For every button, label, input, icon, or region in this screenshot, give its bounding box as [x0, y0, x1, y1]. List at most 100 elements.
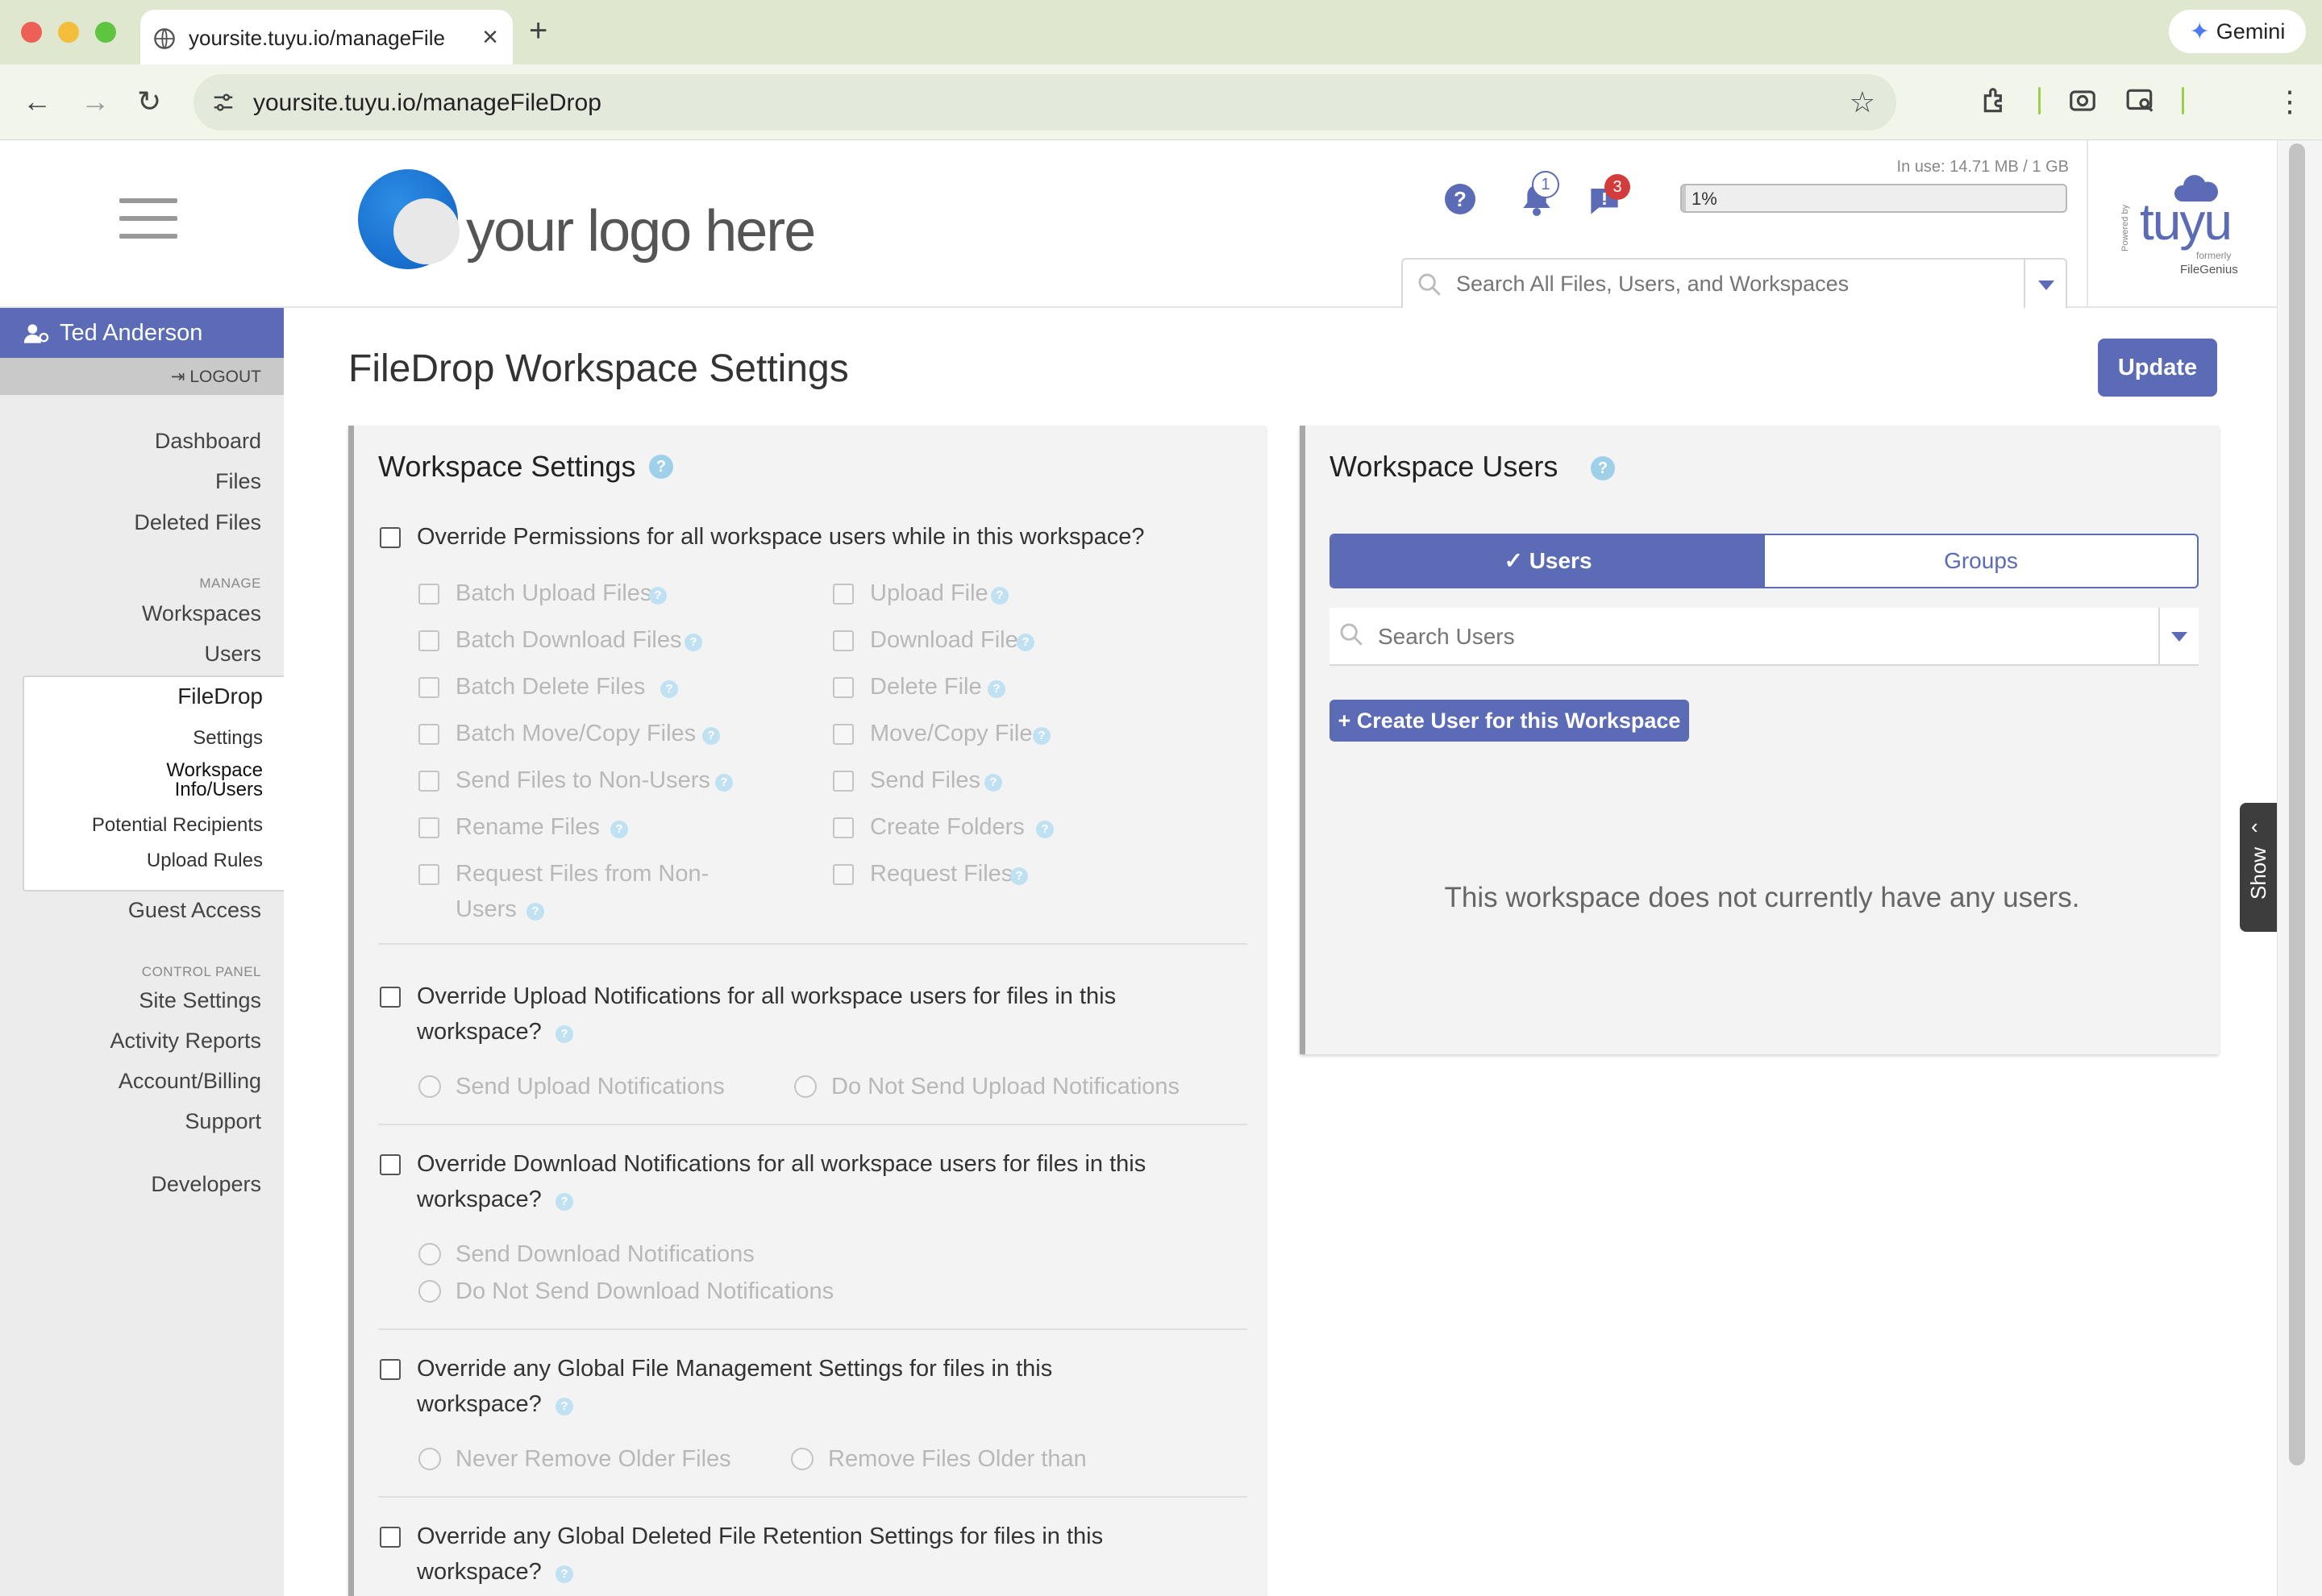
perm-help-icon[interactable]: ? [1017, 634, 1034, 651]
workspace-users-help-icon[interactable]: ? [1591, 456, 1615, 480]
reload-button[interactable]: ↻ [137, 84, 161, 119]
extensions-icon[interactable] [1980, 85, 2011, 116]
update-button[interactable]: Update [2098, 339, 2217, 397]
sidebar-item-files[interactable]: Files [215, 469, 261, 494]
override-deleted-retention-checkbox[interactable] [380, 1527, 401, 1548]
new-tab-button[interactable]: + [529, 13, 547, 48]
override-upload-notifications-checkbox[interactable] [380, 987, 401, 1008]
forward-button[interactable]: → [81, 84, 110, 119]
logout-link[interactable]: ⇥ LOGOUT [171, 367, 261, 387]
site-logo[interactable]: your logo here [358, 166, 816, 279]
perm-send-non-users-checkbox[interactable] [418, 771, 439, 792]
global-search[interactable] [1401, 258, 2067, 308]
chevron-down-icon [2038, 281, 2054, 290]
sidebar-item-site-settings[interactable]: Site Settings [139, 988, 261, 1013]
perm-help-icon[interactable]: ? [991, 587, 1009, 605]
send-download-notifications-radio[interactable] [418, 1243, 441, 1266]
perm-batch-download-checkbox[interactable] [418, 630, 439, 651]
workspace-settings-help-icon[interactable]: ? [649, 455, 673, 479]
sidebar-item-guest-access[interactable]: Guest Access [128, 898, 261, 923]
download-notifications-help-icon[interactable]: ? [556, 1193, 573, 1211]
scrollbar-thumb[interactable] [2289, 143, 2305, 1465]
page-scrollbar[interactable] [2277, 140, 2322, 1596]
file-management-help-icon[interactable]: ? [556, 1398, 573, 1415]
upload-notifications-help-icon[interactable]: ? [556, 1025, 573, 1043]
perm-batch-move-copy-checkbox[interactable] [418, 724, 439, 745]
browser-menu-button[interactable]: ⋮ [2275, 84, 2304, 119]
perm-rename-files-checkbox[interactable] [418, 817, 439, 838]
override-file-management-checkbox[interactable] [380, 1359, 401, 1380]
user-search-dropdown[interactable] [2158, 608, 2199, 664]
sidebar-subitem-settings[interactable]: Settings [193, 727, 263, 750]
perm-download-file-checkbox[interactable] [833, 630, 854, 651]
remove-files-older-than-radio[interactable] [791, 1448, 814, 1470]
send-upload-notifications-radio[interactable] [418, 1075, 441, 1098]
close-window-button[interactable] [21, 22, 42, 43]
perm-batch-delete-checkbox[interactable] [418, 677, 439, 698]
never-remove-older-files-radio[interactable] [418, 1448, 441, 1470]
perm-batch-delete-label: Batch Delete Files [456, 674, 646, 700]
sidebar-user[interactable]: Ted Anderson [0, 308, 284, 358]
no-send-download-notifications-radio[interactable] [418, 1280, 441, 1303]
user-search-input[interactable] [1378, 621, 2104, 653]
tab-groups[interactable]: Groups [1765, 535, 2197, 587]
sidebar-item-workspaces[interactable]: Workspaces [142, 601, 261, 626]
sidebar-subitem-workspace-info[interactable]: Workspace Info/Users [166, 761, 263, 800]
override-permissions-checkbox[interactable] [380, 527, 401, 548]
maximize-window-button[interactable] [95, 22, 116, 43]
perm-delete-file-checkbox[interactable] [833, 677, 854, 698]
perm-help-icon[interactable]: ? [1036, 821, 1054, 838]
deleted-retention-help-icon[interactable]: ? [556, 1565, 573, 1583]
no-send-upload-notifications-radio[interactable] [794, 1075, 817, 1098]
sidebar-subitem-potential-recipients[interactable]: Potential Recipients [92, 814, 263, 837]
section-label-manage: MANAGE [199, 576, 261, 591]
create-user-button[interactable]: + Create User for this Workspace [1330, 700, 1689, 742]
site-settings-icon[interactable] [211, 90, 235, 114]
sidebar-subitem-upload-rules[interactable]: Upload Rules [147, 850, 263, 872]
perm-request-non-users-checkbox[interactable] [418, 864, 439, 885]
user-search[interactable] [1330, 608, 2199, 666]
perm-batch-upload-checkbox[interactable] [418, 584, 439, 605]
address-bar[interactable]: yoursite.tuyu.io/manageFileDrop ☆ [194, 74, 1896, 131]
override-download-notifications-label-2: workspace? [417, 1187, 542, 1212]
hamburger-menu-icon[interactable] [119, 198, 177, 239]
gemini-button[interactable]: ✦ Gemini [2169, 10, 2306, 53]
minimize-window-button[interactable] [58, 22, 79, 43]
sidebar-item-developers[interactable]: Developers [151, 1172, 261, 1197]
perm-help-icon[interactable]: ? [702, 727, 720, 745]
tab-search-icon[interactable] [2125, 85, 2156, 116]
perm-help-icon[interactable]: ? [1010, 867, 1028, 885]
override-download-notifications-checkbox[interactable] [380, 1154, 401, 1175]
help-icon[interactable]: ? [1445, 184, 1475, 214]
sidebar-item-dashboard[interactable]: Dashboard [155, 429, 261, 454]
show-panel-tab[interactable]: ‹ Show [2240, 803, 2280, 932]
search-scope-dropdown[interactable] [2024, 260, 2066, 308]
perm-help-icon[interactable]: ? [715, 774, 733, 792]
perm-help-icon[interactable]: ? [988, 680, 1005, 698]
sidebar-item-deleted-files[interactable]: Deleted Files [134, 510, 261, 535]
back-button[interactable]: ← [23, 84, 52, 119]
sidebar-item-filedrop[interactable]: FileDrop [177, 684, 263, 709]
sidebar-item-account-billing[interactable]: Account/Billing [119, 1069, 261, 1094]
perm-send-files-checkbox[interactable] [833, 771, 854, 792]
global-search-input[interactable] [1456, 268, 1972, 300]
sidebar-item-users[interactable]: Users [204, 642, 261, 667]
perm-help-icon[interactable]: ? [984, 774, 1002, 792]
bookmark-star-icon[interactable]: ☆ [1850, 85, 1875, 119]
perm-help-icon[interactable]: ? [685, 634, 702, 651]
sidebar-item-activity-reports[interactable]: Activity Reports [110, 1029, 261, 1054]
browser-tab[interactable]: yoursite.tuyu.io/manageFileDrop × [140, 10, 513, 64]
tab-close-icon[interactable]: × [482, 21, 498, 53]
perm-move-copy-file-checkbox[interactable] [833, 724, 854, 745]
tab-users[interactable]: ✓ Users [1331, 535, 1765, 587]
perm-upload-file-checkbox[interactable] [833, 584, 854, 605]
perm-create-folders-checkbox[interactable] [833, 817, 854, 838]
screenshot-icon[interactable] [2067, 85, 2098, 116]
perm-help-icon[interactable]: ? [610, 821, 628, 838]
perm-help-icon[interactable]: ? [1033, 727, 1051, 745]
perm-help-icon[interactable]: ? [526, 903, 544, 921]
perm-request-files-checkbox[interactable] [833, 864, 854, 885]
perm-help-icon[interactable]: ? [660, 680, 678, 698]
sidebar-item-support[interactable]: Support [185, 1109, 261, 1134]
perm-help-icon[interactable]: ? [649, 587, 667, 605]
